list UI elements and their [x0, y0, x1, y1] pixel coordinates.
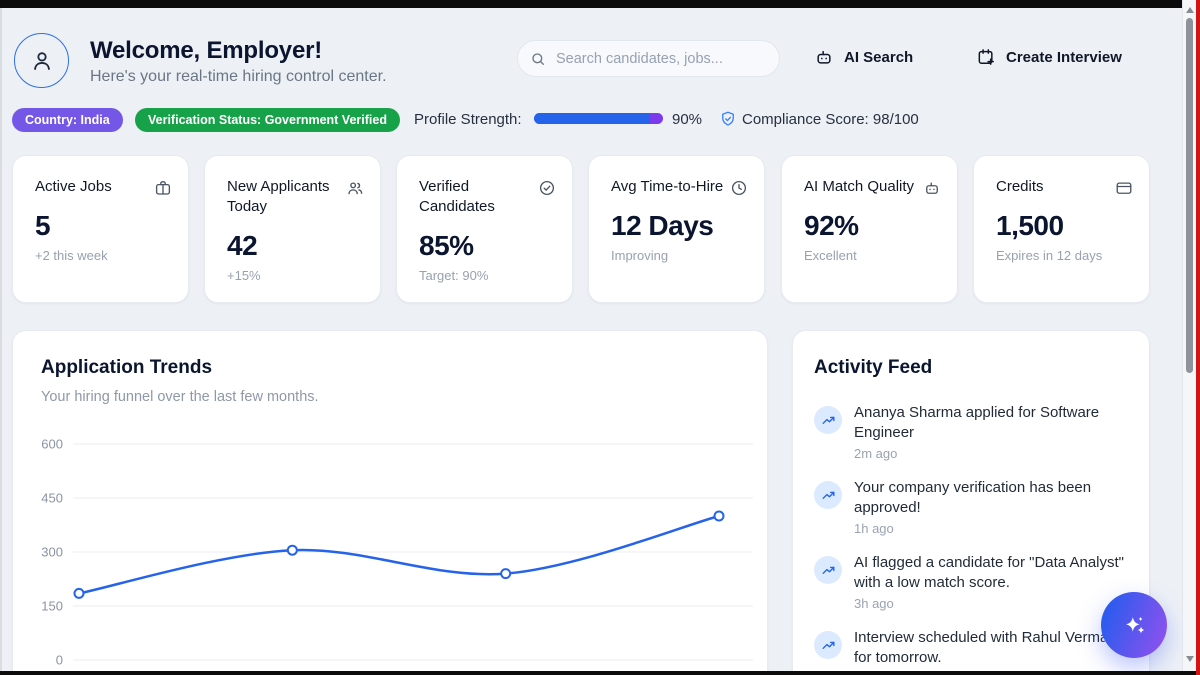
- briefcase-icon: [154, 179, 172, 197]
- profile-strength-label: Profile Strength:: [414, 111, 522, 128]
- frame-border-bottom: [0, 671, 1200, 675]
- person-icon: [29, 48, 55, 74]
- check-circle-icon: [538, 179, 556, 197]
- stat-card-credits: Credits 1,500 Expires in 12 days: [973, 155, 1150, 303]
- stat-label: New Applicants Today: [227, 177, 340, 217]
- trending-up-icon: [814, 481, 842, 509]
- stat-label: Verified Candidates: [419, 177, 532, 217]
- activity-feed-title: Activity Feed: [814, 357, 932, 379]
- stat-label: Active Jobs: [35, 177, 112, 197]
- svg-text:600: 600: [41, 437, 63, 452]
- stat-value: 5: [35, 210, 172, 242]
- stat-value: 1,500: [996, 210, 1133, 242]
- feed-item-text: Ananya Sharma applied for Software Engin…: [854, 403, 1126, 443]
- feed-item-text: Your company verification has been appro…: [854, 478, 1126, 518]
- create-interview-label: Create Interview: [1006, 49, 1122, 66]
- scrollbar-thumb[interactable]: [1186, 18, 1193, 373]
- activity-feed-list: Ananya Sharma applied for Software Engin…: [814, 403, 1129, 671]
- stat-value: 92%: [804, 210, 941, 242]
- feed-item: Interview scheduled with Rahul Verma for…: [814, 628, 1129, 671]
- scroll-down-icon[interactable]: [1186, 656, 1194, 662]
- credit-card-icon: [1115, 179, 1133, 197]
- trending-up-icon: [814, 556, 842, 584]
- activity-feed-panel: Activity Feed Ananya Sharma applied for …: [792, 330, 1150, 675]
- employer-dashboard: Welcome, Employer! Here's your real-time…: [0, 0, 1200, 675]
- search-input[interactable]: [554, 50, 767, 68]
- search-bar[interactable]: [517, 40, 780, 77]
- stat-sub: Excellent: [804, 248, 941, 263]
- stat-value: 12 Days: [611, 210, 748, 242]
- verification-badge: Verification Status: Government Verified: [135, 108, 400, 132]
- create-interview-button[interactable]: Create Interview: [976, 47, 1122, 67]
- svg-text:0: 0: [56, 653, 63, 668]
- shield-check-icon: [719, 110, 737, 128]
- feed-item-text: Interview scheduled with Rahul Verma for…: [854, 628, 1126, 668]
- trends-title: Application Trends: [41, 357, 212, 379]
- ai-assistant-fab[interactable]: [1101, 592, 1167, 658]
- stat-label: Credits: [996, 177, 1044, 197]
- country-badge: Country: India: [12, 108, 123, 132]
- profile-strength-fill: [534, 113, 650, 124]
- feed-item: Your company verification has been appro…: [814, 478, 1129, 536]
- stat-label: AI Match Quality: [804, 177, 914, 197]
- ai-search-label: AI Search: [844, 49, 913, 66]
- stat-value: 42: [227, 230, 364, 262]
- svg-text:150: 150: [41, 599, 63, 614]
- stat-label: Avg Time-to-Hire: [611, 177, 723, 197]
- application-trends-chart: 0 150 300 450 600: [13, 426, 769, 675]
- trending-up-icon: [814, 631, 842, 659]
- stat-card-ai-match-quality: AI Match Quality 92% Excellent: [781, 155, 958, 303]
- stat-sub: +15%: [227, 268, 364, 283]
- profile-strength-percent: 90%: [672, 111, 702, 128]
- frame-border-left: [0, 0, 2, 675]
- stat-sub: Target: 90%: [419, 268, 556, 283]
- stat-card-active-jobs: Active Jobs 5 +2 this week: [12, 155, 189, 303]
- trends-subtitle: Your hiring funnel over the last few mon…: [41, 389, 319, 405]
- vertical-scrollbar[interactable]: [1182, 0, 1196, 671]
- stat-card-time-to-hire: Avg Time-to-Hire 12 Days Improving: [588, 155, 765, 303]
- users-icon: [346, 179, 364, 197]
- page-subtitle: Here's your real-time hiring control cen…: [90, 68, 387, 86]
- page-title: Welcome, Employer!: [90, 37, 322, 65]
- application-trends-panel: Application Trends Your hiring funnel ov…: [12, 330, 768, 675]
- stat-sub: Improving: [611, 248, 748, 263]
- feed-item-time: 1h ago: [854, 521, 1126, 536]
- stat-sub: +2 this week: [35, 248, 172, 263]
- profile-avatar[interactable]: [14, 33, 69, 88]
- stat-sub: Expires in 12 days: [996, 248, 1133, 263]
- stat-card-new-applicants: New Applicants Today 42 +15%: [204, 155, 381, 303]
- stat-card-verified-candidates: Verified Candidates 85% Target: 90%: [396, 155, 573, 303]
- scroll-up-icon[interactable]: [1186, 7, 1194, 13]
- bot-icon: [814, 47, 834, 67]
- feed-item-text: AI flagged a candidate for "Data Analyst…: [854, 553, 1126, 593]
- compliance-score: Compliance Score: 98/100: [742, 111, 919, 128]
- frame-border-top: [0, 0, 1183, 8]
- sparkles-icon: [1121, 612, 1148, 639]
- svg-text:450: 450: [41, 491, 63, 506]
- feed-item: Ananya Sharma applied for Software Engin…: [814, 403, 1129, 461]
- bot-icon: [923, 179, 941, 197]
- feed-item: AI flagged a candidate for "Data Analyst…: [814, 553, 1129, 611]
- frame-border-right: [1196, 0, 1200, 675]
- feed-item-time: 3h ago: [854, 596, 1126, 611]
- stat-value: 85%: [419, 230, 556, 262]
- profile-strength-bar: [534, 113, 663, 124]
- calendar-plus-icon: [976, 47, 996, 67]
- ai-search-button[interactable]: AI Search: [814, 47, 913, 67]
- clock-icon: [730, 179, 748, 197]
- feed-item-time: 2m ago: [854, 446, 1126, 461]
- trending-up-icon: [814, 406, 842, 434]
- svg-text:300: 300: [41, 545, 63, 560]
- search-icon: [530, 51, 546, 67]
